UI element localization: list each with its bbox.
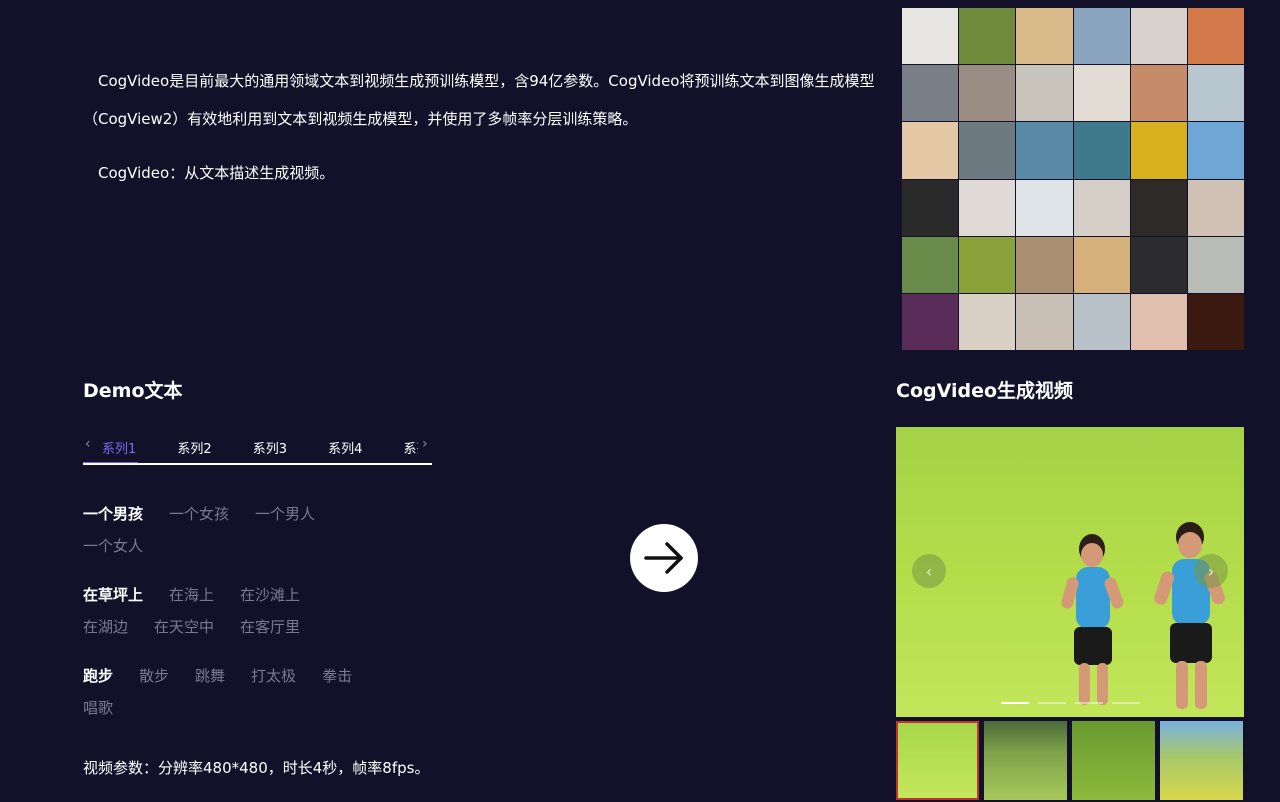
intro-paragraph: CogVideo是目前最大的通用领域文本到视频生成预训练模型，含94亿参数。Co… (83, 72, 875, 128)
tab-row: 系列1 系列2 系列3 系列4 系列5 (102, 438, 418, 457)
option-place[interactable]: 在沙滩上 (240, 579, 300, 611)
option-place[interactable]: 在天空中 (154, 611, 214, 643)
action-options: 跑步 散步 跳舞 打太极 拳击唱歌 (83, 660, 383, 724)
mosaic-tile (1016, 179, 1073, 236)
option-subject[interactable]: 一个女人 (83, 530, 143, 562)
subject-options: 一个男孩 一个女孩 一个男人一个女人 (83, 498, 383, 562)
option-place[interactable]: 在湖边 (83, 611, 128, 643)
running-boy-figure (1154, 522, 1226, 709)
mosaic-tile (1130, 65, 1187, 122)
mosaic-tile (902, 8, 959, 65)
video-prev-button[interactable]: ‹ (912, 554, 946, 588)
video-next-button[interactable]: › (1194, 554, 1228, 588)
mosaic-tile (1187, 179, 1244, 236)
tab-series-4[interactable]: 系列4 (328, 438, 362, 457)
mosaic-tile (1130, 8, 1187, 65)
mosaic-tile (1073, 8, 1130, 65)
mosaic-tile (959, 8, 1016, 65)
mosaic-tile (902, 122, 959, 179)
mosaic-tile (1187, 8, 1244, 65)
mosaic-tile (1187, 122, 1244, 179)
mosaic-tile (1130, 236, 1187, 293)
mosaic-tile (959, 293, 1016, 350)
tabs-next-arrow[interactable]: › (422, 436, 428, 452)
option-subject[interactable]: 一个男人 (255, 498, 315, 530)
option-place[interactable]: 在海上 (169, 579, 214, 611)
mosaic-tile (1130, 293, 1187, 350)
tab-series-3[interactable]: 系列3 (253, 438, 287, 457)
option-action[interactable]: 唱歌 (83, 692, 113, 724)
mosaic-tile (902, 236, 959, 293)
mosaic-tile (1187, 236, 1244, 293)
option-action[interactable]: 跳舞 (195, 660, 225, 692)
intro-text: CogVideo是目前最大的通用领域文本到视频生成预训练模型，含94亿参数。Co… (83, 62, 883, 192)
option-subject[interactable]: 一个女孩 (169, 498, 229, 530)
mosaic-tile (1016, 65, 1073, 122)
carousel-dot[interactable] (1112, 702, 1140, 704)
video-thumbnail[interactable] (1072, 721, 1155, 800)
tab-series-2[interactable]: 系列2 (177, 438, 211, 457)
demo-section-title: Demo文本 (83, 380, 183, 402)
mosaic-tile (1073, 293, 1130, 350)
option-action[interactable]: 打太极 (251, 660, 296, 692)
video-thumbnail[interactable] (1160, 721, 1243, 800)
video-thumbnail[interactable] (896, 721, 979, 800)
video-player[interactable]: ‹ › (896, 427, 1244, 717)
mosaic-tile (959, 65, 1016, 122)
mosaic-tile (1130, 179, 1187, 236)
mosaic-tile (902, 293, 959, 350)
mosaic-tile (1016, 236, 1073, 293)
running-boy-figure (1061, 534, 1124, 705)
mosaic-tile (959, 236, 1016, 293)
mosaic-tile (959, 122, 1016, 179)
mosaic-tile (1187, 65, 1244, 122)
option-place[interactable]: 在客厅里 (240, 611, 300, 643)
mosaic-tile (902, 65, 959, 122)
generate-arrow-button[interactable] (630, 524, 698, 592)
mosaic-tile (902, 179, 959, 236)
carousel-dots (1001, 702, 1140, 704)
mosaic-tile (1187, 293, 1244, 350)
series-tabs: ‹ 系列1 系列2 系列3 系列4 系列5 › (83, 430, 432, 465)
video-thumbnails (896, 721, 1244, 801)
tab-series-1[interactable]: 系列1 (102, 438, 136, 457)
place-options: 在草坪上 在海上 在沙滩上在湖边 在天空中 在客厅里 (83, 579, 383, 643)
video-section-title: CogVideo生成视频 (896, 380, 1074, 402)
option-action[interactable]: 跑步 (83, 660, 113, 692)
video-thumbnail[interactable] (984, 721, 1067, 800)
mosaic-tile (1073, 236, 1130, 293)
sample-image-mosaic (902, 8, 1244, 350)
option-subject[interactable]: 一个男孩 (83, 498, 143, 530)
tab-series-5[interactable]: 系列5 (404, 438, 419, 457)
option-action[interactable]: 散步 (139, 660, 169, 692)
chevron-left-icon: ‹ (925, 561, 933, 581)
tabs-prev-arrow[interactable]: ‹ (85, 436, 91, 452)
option-action[interactable]: 拳击 (322, 660, 352, 692)
mosaic-tile (1016, 8, 1073, 65)
video-parameters: 视频参数：分辨率480*480，时长4秒，帧率8fps。 (83, 759, 430, 777)
mosaic-tile (1016, 293, 1073, 350)
mosaic-tile (1016, 122, 1073, 179)
carousel-dot[interactable] (1001, 702, 1029, 704)
video-frame (1061, 522, 1226, 709)
mosaic-tile (1130, 122, 1187, 179)
mosaic-tile (1073, 179, 1130, 236)
option-place[interactable]: 在草坪上 (83, 579, 143, 611)
page: CogVideo是目前最大的通用领域文本到视频生成预训练模型，含94亿参数。Co… (0, 0, 1280, 802)
carousel-dot[interactable] (1075, 702, 1103, 704)
chevron-right-icon: › (1207, 561, 1215, 581)
intro-tagline: CogVideo：从文本描述生成视频。 (98, 164, 335, 182)
mosaic-tile (1073, 122, 1130, 179)
arrow-right-icon (644, 542, 683, 574)
active-tab-indicator (83, 462, 138, 463)
carousel-dot[interactable] (1038, 702, 1066, 704)
mosaic-tile (959, 179, 1016, 236)
mosaic-tile (1073, 65, 1130, 122)
